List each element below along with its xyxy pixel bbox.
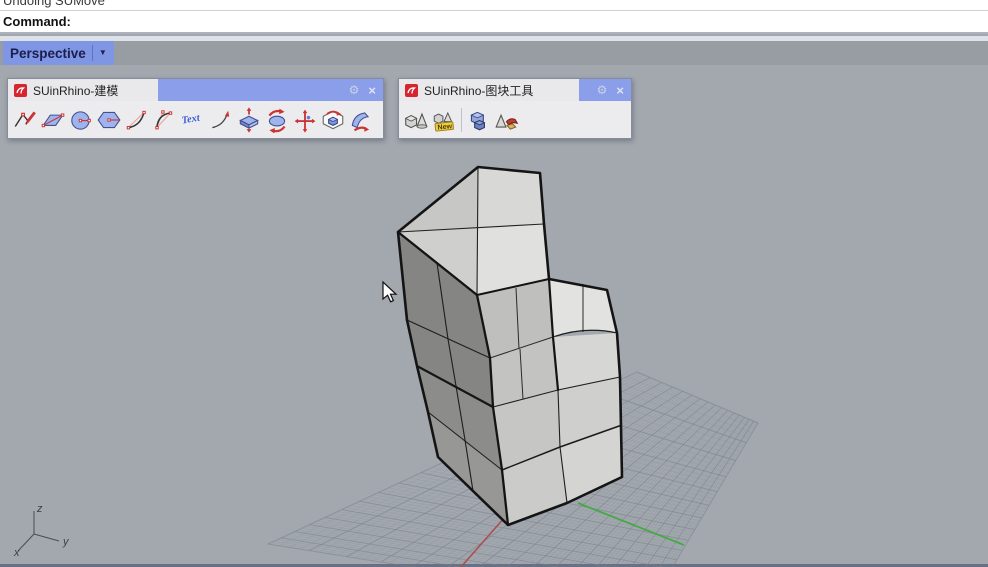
toolbar-blocks-titlebar[interactable]: SUinRhino-图块工具 ⚙ × [399, 79, 631, 101]
arc-icon [126, 110, 146, 129]
toolbar-modeling-title: SUinRhino-建模 [33, 83, 119, 98]
arc-angle-icon [155, 109, 173, 129]
polygon-tool-button[interactable] [95, 106, 123, 134]
move-tool-button[interactable] [291, 106, 319, 134]
gear-icon[interactable]: ⚙ [349, 84, 360, 96]
command-prompt-row: Command: [0, 11, 988, 34]
new-block-tool-button[interactable]: New [430, 106, 458, 134]
line-tool-button[interactable] [11, 106, 39, 134]
push-pull-icon [239, 106, 259, 133]
arc-tool-button[interactable] [123, 106, 151, 134]
tab-divider [91, 45, 93, 61]
toolbar-suinrhino-blocks[interactable]: SUinRhino-图块工具 ⚙ × New [398, 78, 632, 139]
explode-block-tool-button[interactable] [493, 106, 521, 134]
rhino-window: Undoing SUMove Command: Perspective ▼ z … [0, 0, 988, 567]
insert-block-tool-button[interactable] [465, 106, 493, 134]
toolbar-blocks-body: New [399, 101, 631, 138]
rectangle-tool-button[interactable] [39, 106, 67, 134]
fillet-icon [351, 111, 370, 132]
move-icon [294, 109, 316, 133]
suinrhino-app-icon [405, 83, 418, 97]
circle-icon [71, 110, 91, 130]
viewport-title-bar: Perspective ▼ [0, 41, 988, 65]
viewport-tab-label: Perspective [10, 45, 86, 61]
chevron-down-icon[interactable]: ▼ [99, 49, 107, 57]
toolbar-modeling-body: Text [8, 101, 383, 138]
toolbar-blocks-title: SUinRhino-图块工具 [424, 83, 534, 98]
explode-block-icon [495, 113, 519, 130]
svg-text:New: New [437, 123, 453, 132]
suinrhino-app-icon [14, 83, 27, 97]
fillet-tool-button[interactable] [347, 106, 375, 134]
push-pull-tool-button[interactable] [235, 106, 263, 134]
new-block-icon: New [433, 111, 454, 132]
text-tool-button[interactable]: Text [179, 106, 207, 134]
insert-block-icon [470, 111, 486, 130]
polygon-icon [97, 111, 121, 128]
arc-angle-tool-button[interactable] [151, 106, 179, 134]
follow-me-tool-button[interactable] [319, 106, 347, 134]
command-input[interactable] [71, 11, 988, 32]
make-block-icon [404, 112, 428, 129]
command-prompt-label: Command: [3, 14, 71, 29]
close-icon[interactable]: × [616, 84, 624, 97]
toolbar-suinrhino-modeling[interactable]: SUinRhino-建模 ⚙ × Text [7, 78, 384, 139]
line-icon [14, 111, 36, 127]
tangent-arc-tool-button[interactable] [207, 106, 235, 134]
close-icon[interactable]: × [368, 84, 376, 97]
toolbar-modeling-titlebar[interactable]: SUinRhino-建模 ⚙ × [8, 79, 383, 101]
rotate-icon [268, 108, 286, 133]
circle-tool-button[interactable] [67, 106, 95, 134]
follow-me-icon [322, 110, 344, 129]
tangent-arc-icon [212, 110, 230, 128]
toolbar-separator [461, 107, 462, 132]
viewport-tab-perspective[interactable]: Perspective ▼ [3, 41, 114, 65]
command-history-text: Undoing SUMove [3, 0, 105, 8]
make-block-tool-button[interactable] [402, 106, 430, 134]
rotate-tool-button[interactable] [263, 106, 291, 134]
gear-icon[interactable]: ⚙ [597, 84, 608, 96]
viewport-3d[interactable] [0, 65, 988, 564]
text-icon: Text [181, 112, 202, 126]
command-history-row: Undoing SUMove [0, 0, 988, 11]
rectangle-icon [41, 112, 65, 127]
svg-text:Text: Text [181, 112, 202, 126]
